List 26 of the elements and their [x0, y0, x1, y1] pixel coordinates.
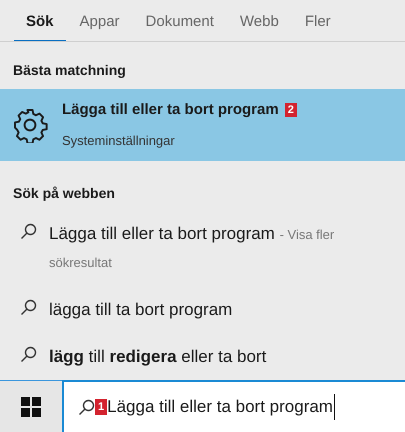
tab[interactable]: Fler: [292, 0, 343, 41]
web-result[interactable]: lägga till ta bort program: [0, 286, 405, 334]
tab[interactable]: Dokument: [134, 0, 226, 41]
search-icon: [20, 346, 37, 364]
windows-logo-icon[interactable]: [21, 396, 41, 417]
search-icon: [20, 299, 37, 316]
gear-icon: [12, 106, 48, 143]
section-heading: Bästa matchning: [12, 60, 127, 80]
search-icon: [20, 223, 37, 240]
tab[interactable]: Sök: [14, 0, 66, 41]
result-title: Lägga till eller ta bort program: [62, 100, 279, 120]
section-heading: Sök på webben: [12, 184, 116, 204]
result-subtitle: Systeminställningar: [62, 132, 176, 150]
result-text: lägg till redigera eller ta bort: [49, 346, 266, 368]
web-result[interactable]: lägg till redigera eller ta bort: [0, 333, 405, 380]
tab[interactable]: Webb: [228, 0, 291, 41]
best-match-item[interactable]: Lägga till eller ta bort program 2 Systeminställningar: [0, 88, 405, 162]
search-icon: [78, 398, 95, 416]
result-text: lägga till ta bort program: [49, 299, 232, 322]
web-result[interactable]: Lägga till eller ta bort program - Visa fler sökresultat: [0, 210, 405, 286]
search-text: Lägga till eller ta bort program: [107, 394, 335, 420]
number-badge: 1: [95, 399, 108, 416]
tab[interactable]: Appar: [68, 0, 132, 41]
number-badge: 2: [284, 103, 297, 118]
search-field[interactable]: 1 Lägga till eller ta bort program: [62, 380, 405, 432]
result-text: Lägga till eller ta bort program - Visa fler sökresultat: [49, 223, 336, 272]
